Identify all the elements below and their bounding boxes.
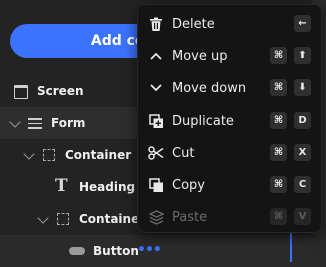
chevron-down-icon[interactable] bbox=[37, 212, 49, 224]
menu-item-label: Copy bbox=[172, 177, 205, 193]
up-arrow-key-icon: ⬆ bbox=[294, 47, 311, 64]
trash-icon bbox=[148, 16, 164, 32]
tree-label: Screen bbox=[37, 84, 84, 98]
key-left-arrow-icon: ← bbox=[294, 15, 311, 32]
command-key-icon: ⌘ bbox=[270, 79, 287, 96]
chevron-down-icon bbox=[148, 80, 164, 96]
tree-row-button[interactable]: Button ••• bbox=[0, 235, 326, 267]
menu-item-label: Delete bbox=[172, 16, 215, 32]
menu-item-label: Duplicate bbox=[172, 113, 234, 129]
heading-icon: T bbox=[55, 176, 68, 196]
screen-icon bbox=[14, 85, 28, 99]
selection-indicator bbox=[290, 232, 292, 262]
tree-label: Form bbox=[51, 116, 86, 130]
menu-item-label: Cut bbox=[172, 145, 195, 161]
chevron-up-icon bbox=[148, 48, 164, 64]
menu-item-move-down[interactable]: Move down ⌘ ⬇ bbox=[138, 72, 321, 104]
command-key-icon: ⌘ bbox=[270, 176, 287, 193]
tree-label: Heading bbox=[79, 180, 136, 194]
menu-item-delete[interactable]: Delete ← bbox=[138, 8, 321, 40]
duplicate-icon bbox=[148, 113, 164, 129]
menu-item-label: Move up bbox=[172, 48, 228, 64]
container-icon bbox=[57, 213, 69, 225]
chevron-down-icon[interactable] bbox=[23, 148, 35, 160]
c-key-icon: C bbox=[294, 176, 311, 193]
chevron-down-icon[interactable] bbox=[9, 116, 21, 128]
command-key-icon: ⌘ bbox=[270, 47, 287, 64]
more-options-icon[interactable]: ••• bbox=[137, 243, 162, 257]
menu-item-label: Move down bbox=[172, 80, 247, 96]
v-key-icon: V bbox=[294, 208, 311, 225]
tree-label: Container bbox=[79, 212, 146, 226]
down-arrow-key-icon: ⬇ bbox=[294, 79, 311, 96]
button-icon bbox=[69, 247, 85, 255]
form-icon bbox=[28, 118, 42, 129]
menu-item-move-up[interactable]: Move up ⌘ ⬆ bbox=[138, 40, 321, 72]
copy-icon bbox=[148, 177, 164, 193]
tree-label: Button bbox=[93, 244, 139, 258]
menu-item-cut[interactable]: Cut ⌘ X bbox=[138, 137, 321, 169]
container-icon bbox=[43, 149, 55, 161]
command-key-icon: ⌘ bbox=[270, 208, 287, 225]
command-key-icon: ⌘ bbox=[270, 112, 287, 129]
command-key-icon: ⌘ bbox=[270, 144, 287, 161]
paste-icon bbox=[148, 209, 164, 225]
x-key-icon: X bbox=[294, 144, 311, 161]
d-key-icon: D bbox=[294, 112, 311, 129]
menu-item-copy[interactable]: Copy ⌘ C bbox=[138, 169, 321, 201]
scissors-icon bbox=[148, 145, 164, 161]
menu-item-label: Paste bbox=[172, 209, 208, 225]
tree-label: Container bbox=[65, 148, 132, 162]
context-menu: Delete ← Move up ⌘ ⬆ Move down ⌘ ⬇ Dupli… bbox=[137, 4, 322, 233]
menu-item-duplicate[interactable]: Duplicate ⌘ D bbox=[138, 105, 321, 137]
menu-item-paste[interactable]: Paste ⌘ V bbox=[138, 201, 321, 233]
